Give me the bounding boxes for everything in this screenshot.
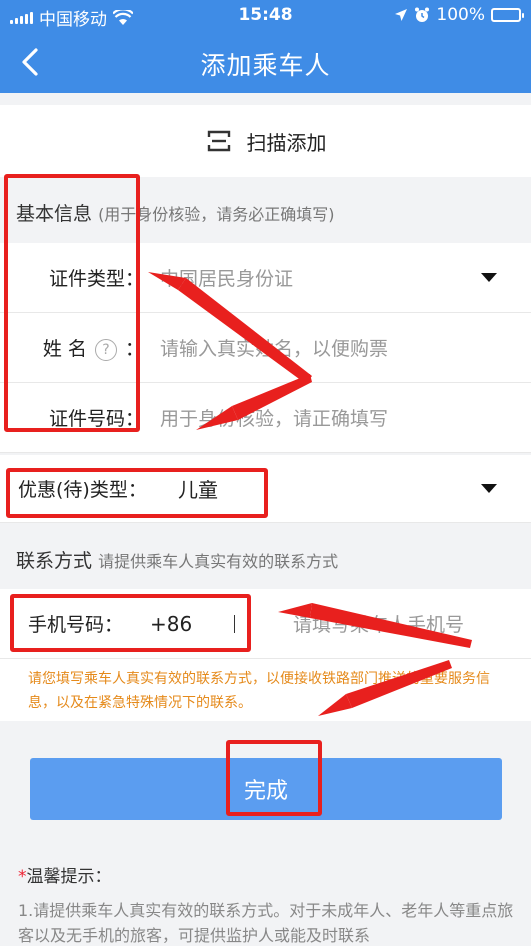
page-title: 添加乘车人 [200,51,331,80]
header: 中国移动 15:48 100% 添加乘车人 [0,0,531,93]
scan-add-label: 扫描添加 [246,130,327,155]
nav-bar: 添加乘车人 [0,32,531,93]
tips-body: 1.请提供乘车人真实有效的联系方式。对于未成年人、老年人等重点旅客以及无手机的旅… [18,901,514,945]
caret-down-icon [481,484,497,493]
location-icon [395,9,408,21]
battery-icon [491,8,524,22]
scan-icon [207,130,230,152]
alarm-icon [415,7,430,22]
id-type-value: 中国居民身份证 [160,268,294,290]
contact-title: 联系方式 [16,550,93,572]
id-number-input[interactable]: 用于身份核验，请正确填写 [160,404,531,431]
annotation-box [4,174,140,432]
contact-notice: 请您填写乘车人真实有效的联系方式，以便接收铁路部门推送的重要服务信息，以及在紧急… [0,659,531,721]
annotation-box [6,468,268,518]
phone-input[interactable]: 请填写乘车人手机号 [293,610,531,637]
caret-down-icon [481,273,497,282]
battery-percent: 100% [436,5,485,25]
contact-header: 联系方式 请提供乘车人真实有效的联系方式 [0,546,531,573]
tips-title: *温馨提示： [18,867,112,887]
name-input[interactable]: 请输入真实姓名，以便购票 [160,334,531,361]
scan-add-button[interactable]: 扫描添加 [0,105,531,177]
annotation-box [10,594,251,652]
status-bar: 中国移动 15:48 100% [0,0,531,32]
contact-hint: 请提供乘车人真实有效的联系方式 [98,552,339,571]
annotation-box [226,740,322,816]
